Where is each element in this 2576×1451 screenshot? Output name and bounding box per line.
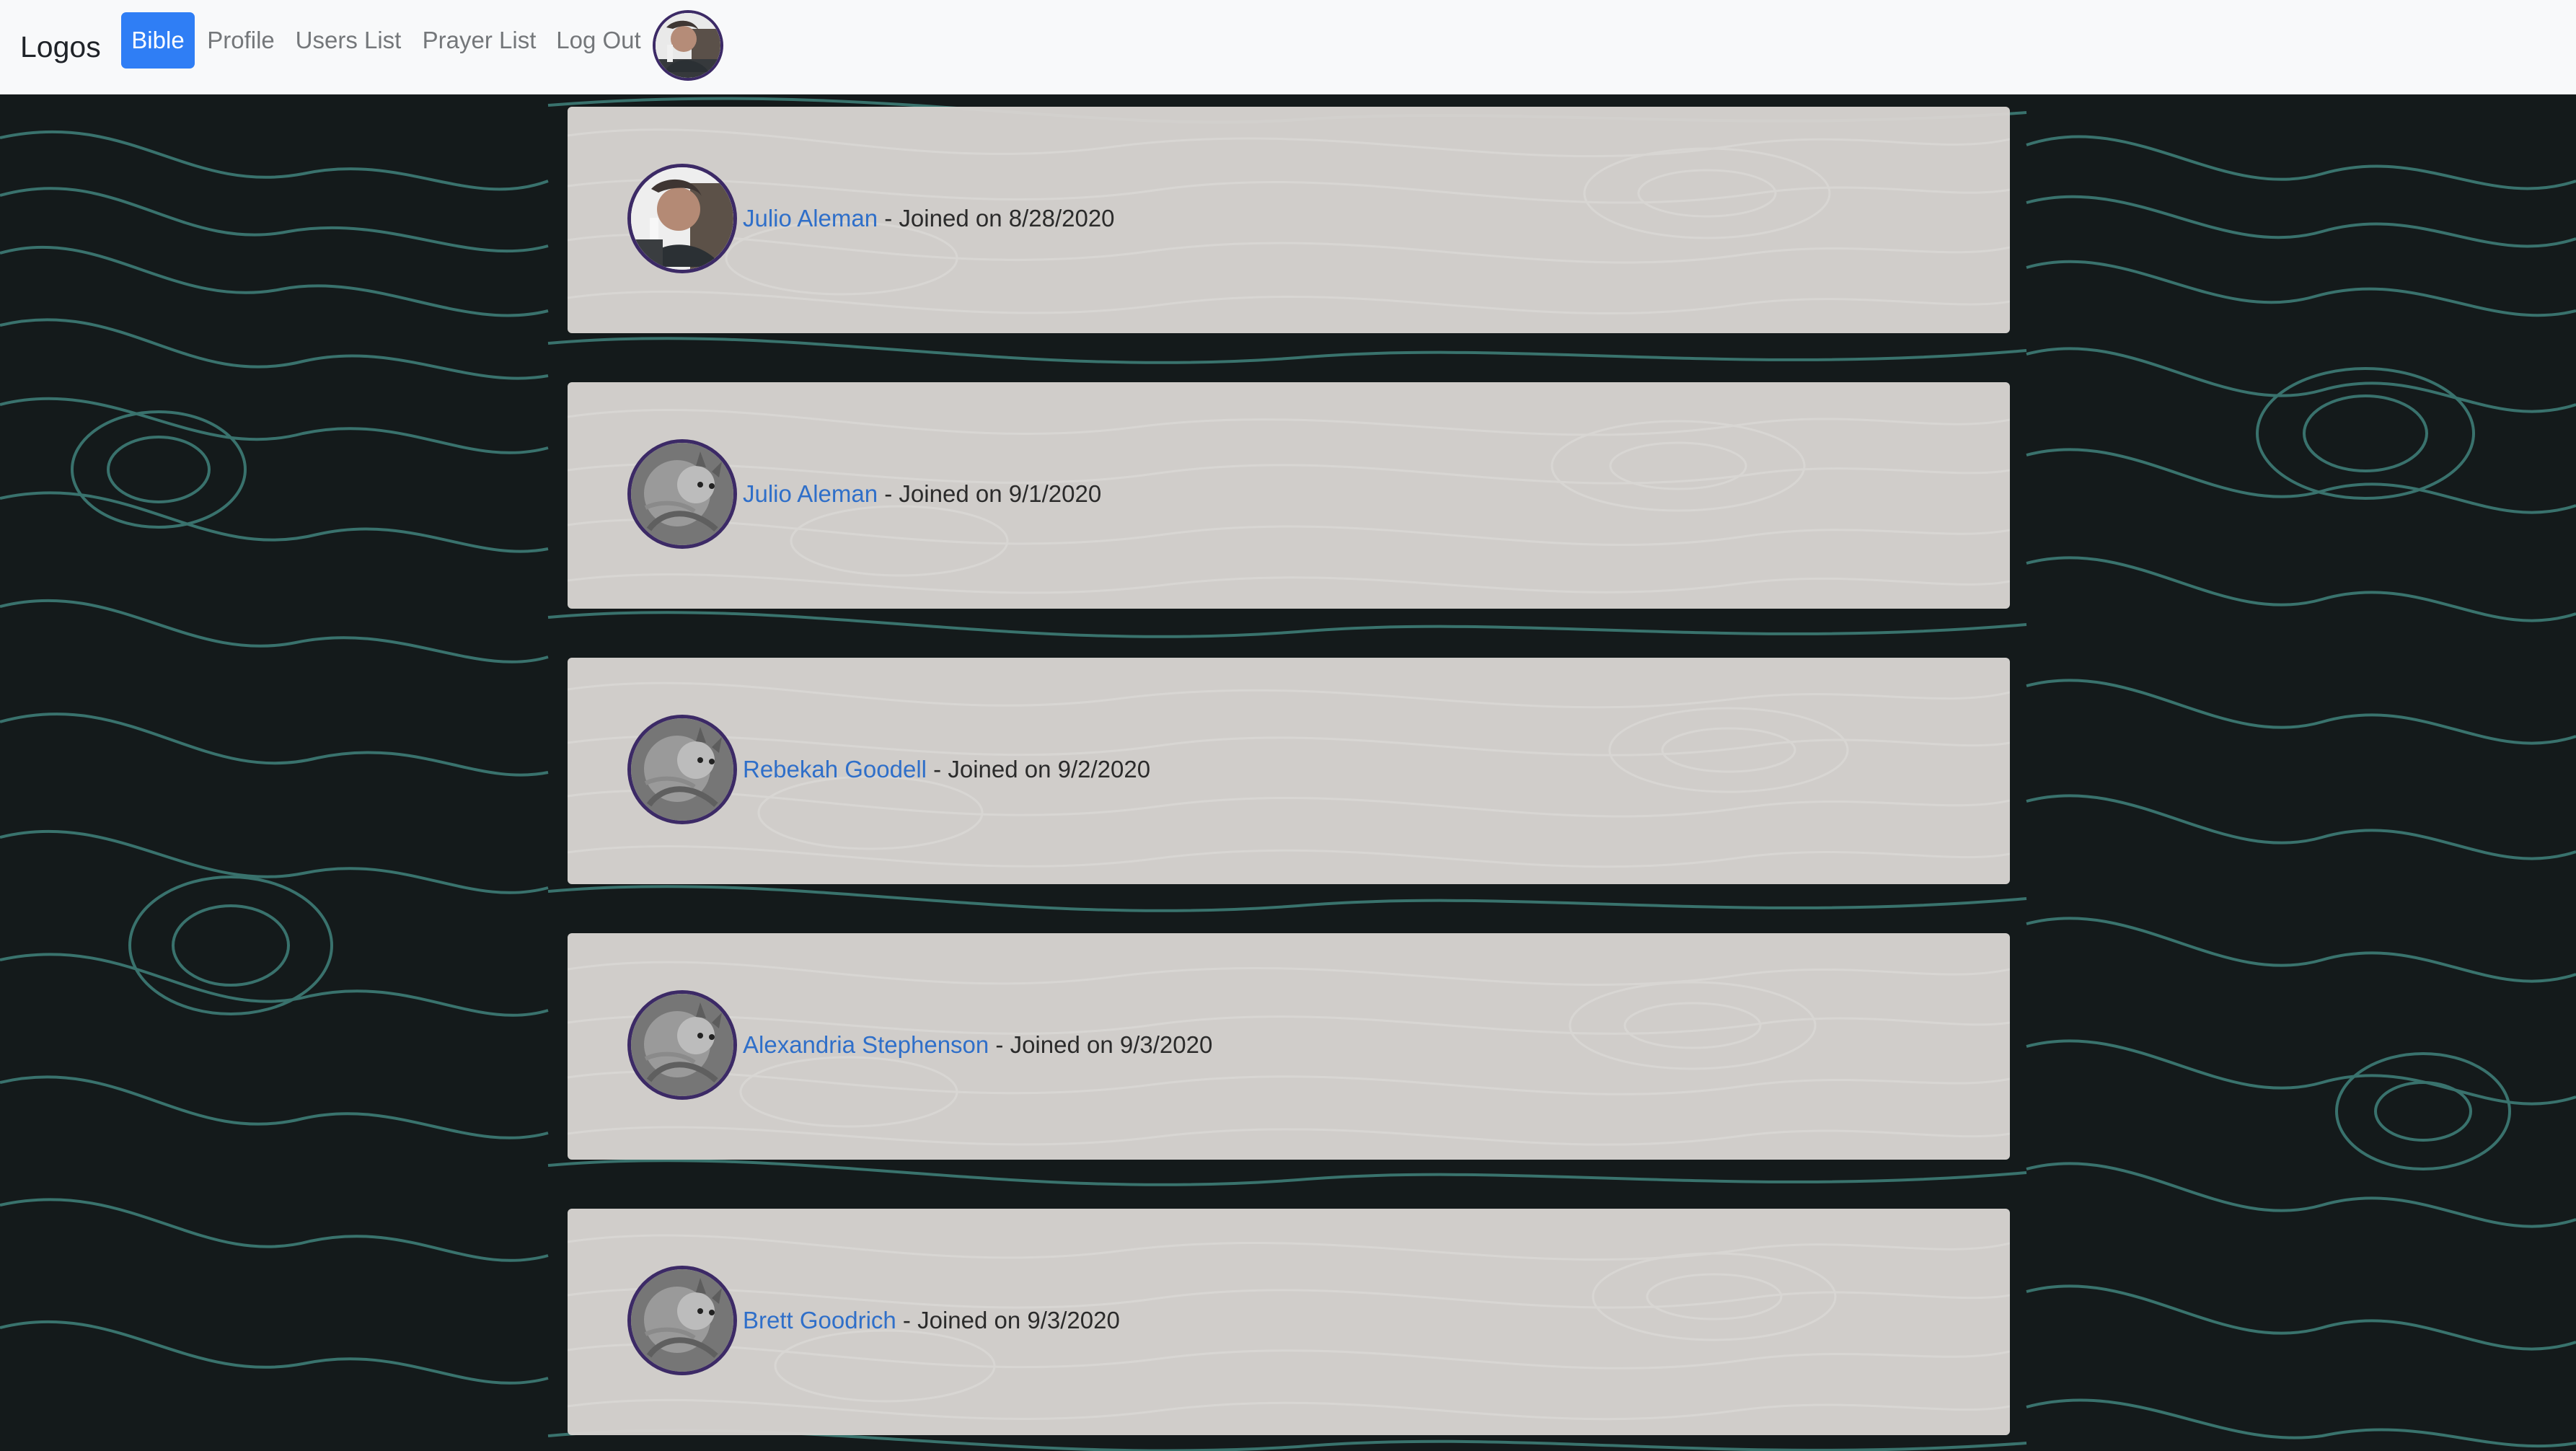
nav-profile[interactable]: Profile bbox=[206, 12, 275, 69]
user-name-link[interactable]: Alexandria Stephenson bbox=[743, 1031, 989, 1058]
user-name-link[interactable]: Julio Aleman bbox=[743, 205, 878, 231]
top-navbar: Logos Bible Profile Users List Prayer Li… bbox=[0, 0, 2576, 94]
user-summary: Alexandria Stephenson - Joined on 9/3/20… bbox=[743, 1031, 1212, 1059]
user-entry: Brett Goodrich - Joined on 9/3/2020 bbox=[627, 1266, 1120, 1375]
person-photo-avatar-icon bbox=[627, 164, 737, 273]
user-summary: Rebekah Goodell - Joined on 9/2/2020 bbox=[743, 756, 1150, 783]
cat-photo-avatar-icon bbox=[627, 715, 737, 824]
user-card: Julio Aleman - Joined on 8/28/2020 bbox=[568, 107, 2010, 333]
user-card: Alexandria Stephenson - Joined on 9/3/20… bbox=[568, 933, 2010, 1160]
cat-photo-avatar-icon bbox=[627, 990, 737, 1100]
brand-logo[interactable]: Logos bbox=[20, 29, 101, 65]
user-entry: Rebekah Goodell - Joined on 9/2/2020 bbox=[627, 715, 1150, 824]
join-date-text: - Joined on 8/28/2020 bbox=[878, 205, 1115, 231]
users-list-content: Julio Aleman - Joined on 8/28/2020 Julio… bbox=[0, 94, 2576, 1451]
nav-users-list-label: Users List bbox=[295, 27, 402, 53]
user-summary: Julio Aleman - Joined on 8/28/2020 bbox=[743, 205, 1115, 232]
user-entry: Julio Aleman - Joined on 8/28/2020 bbox=[627, 164, 1115, 273]
user-card: Brett Goodrich - Joined on 9/3/2020 bbox=[568, 1209, 2010, 1435]
user-avatar-icon[interactable] bbox=[653, 10, 723, 81]
user-card: Rebekah Goodell - Joined on 9/2/2020 bbox=[568, 658, 2010, 884]
nav-prayer-list[interactable]: Prayer List bbox=[422, 12, 537, 69]
user-entry: Alexandria Stephenson - Joined on 9/3/20… bbox=[627, 990, 1212, 1100]
join-date-text: - Joined on 9/1/2020 bbox=[878, 480, 1102, 507]
cat-photo-avatar-icon bbox=[627, 439, 737, 549]
nav-log-out[interactable]: Log Out bbox=[556, 12, 641, 69]
user-name-link[interactable]: Brett Goodrich bbox=[743, 1307, 896, 1333]
user-summary: Brett Goodrich - Joined on 9/3/2020 bbox=[743, 1307, 1120, 1334]
user-name-link[interactable]: Rebekah Goodell bbox=[743, 756, 927, 782]
nav-profile-label: Profile bbox=[207, 27, 275, 53]
nav-users-list[interactable]: Users List bbox=[295, 12, 402, 69]
join-date-text: - Joined on 9/3/2020 bbox=[989, 1031, 1213, 1058]
nav-log-out-label: Log Out bbox=[556, 27, 641, 53]
user-entry: Julio Aleman - Joined on 9/1/2020 bbox=[627, 439, 1101, 549]
user-summary: Julio Aleman - Joined on 9/1/2020 bbox=[743, 480, 1101, 508]
join-date-text: - Joined on 9/3/2020 bbox=[896, 1307, 1120, 1333]
join-date-text: - Joined on 9/2/2020 bbox=[927, 756, 1151, 782]
cat-photo-avatar-icon bbox=[627, 1266, 737, 1375]
user-card: Julio Aleman - Joined on 9/1/2020 bbox=[568, 382, 2010, 609]
user-name-link[interactable]: Julio Aleman bbox=[743, 480, 878, 507]
nav-bible-label: Bible bbox=[131, 27, 185, 53]
nav-bible[interactable]: Bible bbox=[121, 12, 195, 69]
nav-prayer-list-label: Prayer List bbox=[422, 27, 537, 53]
